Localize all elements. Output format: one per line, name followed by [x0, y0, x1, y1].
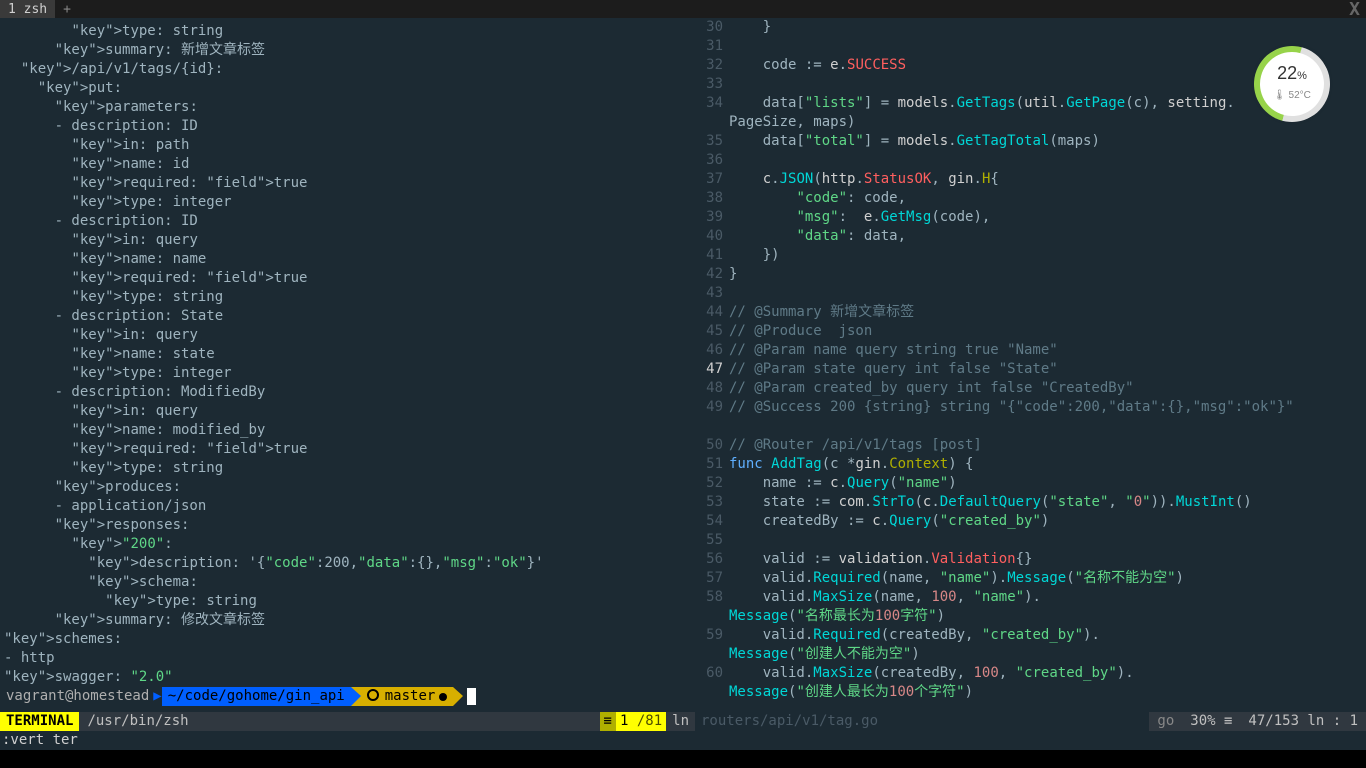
status-bar: TERMINAL /usr/bin/zsh ≡ 1 /81 ln routers…: [0, 712, 1366, 731]
go-code: } code := e.SUCCESS data["lists"] = mode…: [729, 18, 1366, 712]
status-hamburger: ≡: [600, 712, 616, 731]
prompt-userhost: vagrant@homestead: [4, 687, 153, 706]
command-line[interactable]: :vert ter: [0, 731, 1366, 750]
cursor: [467, 688, 476, 705]
status-ln-label: ln: [666, 712, 695, 731]
shell-prompt[interactable]: vagrant@homestead ▶ ~/code/gohome/gin_ap…: [4, 687, 695, 706]
tab-add[interactable]: +: [55, 0, 79, 18]
prompt-git: master: [361, 687, 454, 706]
status-filetype: go: [1149, 712, 1182, 731]
right-pane-editor[interactable]: 30 31 32 33 34 35 36 37 38 39 40 41 42 4…: [695, 18, 1366, 712]
status-filename: routers/api/v1/tag.go: [695, 712, 1149, 731]
status-left: TERMINAL /usr/bin/zsh ≡ 1 /81 ln: [0, 712, 695, 731]
editor-split: "key">type: string "key">summary: 新增文章标签…: [0, 18, 1366, 712]
line-gutter: 30 31 32 33 34 35 36 37 38 39 40 41 42 4…: [695, 18, 729, 712]
tab-bar: 1 zsh + X: [0, 0, 1366, 18]
yaml-content: "key">type: string "key">summary: 新增文章标签…: [4, 22, 695, 687]
prompt-cwd: ~/code/gohome/gin_api: [162, 687, 351, 706]
status-right: routers/api/v1/tag.go go 30% ≡ 47/153 ln…: [695, 712, 1366, 731]
cpu-percent: 22%: [1277, 64, 1307, 86]
mode-indicator: TERMINAL: [0, 712, 79, 731]
tab-zsh[interactable]: 1 zsh: [0, 0, 55, 18]
status-percent: 30% ≡: [1182, 712, 1240, 731]
left-pane-terminal[interactable]: "key">type: string "key">summary: 新增文章标签…: [0, 18, 695, 712]
status-rowcol: 47/153 ln : 1: [1240, 712, 1366, 731]
status-line: 1 /81: [616, 712, 666, 731]
status-path: /usr/bin/zsh: [79, 712, 599, 731]
cpu-temp: 🌡 52°C: [1273, 86, 1311, 105]
cpu-widget[interactable]: 22% 🌡 52°C: [1258, 50, 1326, 118]
close-icon[interactable]: X: [1349, 0, 1360, 19]
